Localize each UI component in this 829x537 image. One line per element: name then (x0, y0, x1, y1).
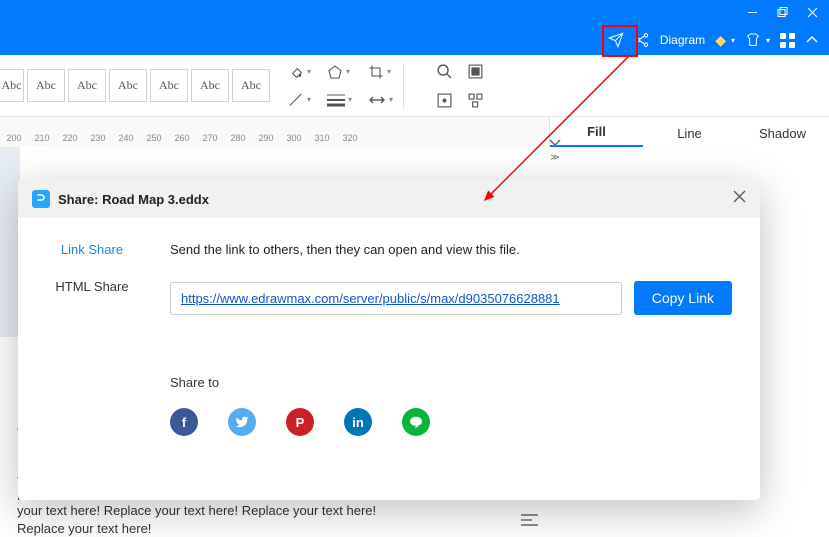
line-icon[interactable] (402, 408, 430, 436)
pentagon-icon[interactable]: ▾ (327, 64, 352, 80)
right-panel-tabs: Fill Line Shadow (549, 117, 829, 147)
selection-box-icon[interactable] (467, 63, 484, 80)
focus-box-icon[interactable] (436, 92, 453, 109)
align-icon[interactable] (521, 513, 538, 530)
grid-icon[interactable] (780, 33, 795, 48)
pinterest-icon[interactable]: P (286, 408, 314, 436)
style-button[interactable]: Abc (191, 69, 229, 102)
horizontal-ruler: 200 210 220 230 240 250 260 270 280 290 … (0, 117, 549, 147)
linkedin-icon[interactable]: in (344, 408, 372, 436)
canvas-body-text: your text here! Replace your text here! … (17, 502, 387, 537)
theme-style-group: Abc Abc Abc Abc Abc Abc Abc (0, 69, 270, 102)
maximize-button[interactable] (767, 0, 797, 25)
canvas-fragment (0, 147, 20, 337)
style-button[interactable]: Abc (150, 69, 188, 102)
highlight-annotation (602, 25, 638, 57)
dialog-nav: Link Share HTML Share (18, 218, 166, 500)
dialog-header: Share: Road Map 3.eddx (18, 180, 760, 218)
facebook-icon[interactable]: f (170, 408, 198, 436)
shape-tools-group: ▾ ▾ ▾ ▾ ▾ ▾ (288, 64, 393, 108)
distribute-icon[interactable] (467, 92, 484, 109)
diamond-icon[interactable]: ◆▾ (715, 32, 735, 49)
copy-link-button[interactable]: Copy Link (634, 281, 732, 315)
diagram-menu[interactable]: Diagram (660, 33, 705, 47)
nav-html-share[interactable]: HTML Share (55, 279, 128, 294)
style-button[interactable]: Abc (27, 69, 65, 102)
paint-bucket-icon[interactable]: ▾ (288, 64, 311, 80)
width-icon[interactable]: ▾ (368, 95, 393, 105)
share-dialog: Share: Road Map 3.eddx Link Share HTML S… (18, 180, 760, 500)
collapse-panel-icon[interactable]: ≫ (546, 137, 564, 163)
twitter-icon[interactable] (228, 408, 256, 436)
line-style-icon[interactable]: ▾ (327, 93, 352, 107)
dialog-title: Share: Road Map 3.eddx (58, 192, 209, 207)
line-icon[interactable]: ▾ (288, 92, 311, 108)
tab-line[interactable]: Line (643, 120, 736, 147)
style-button[interactable]: Abc (68, 69, 106, 102)
nav-link-share[interactable]: Link Share (61, 242, 123, 257)
share-to-label: Share to (170, 375, 732, 390)
style-button[interactable]: Abc (0, 69, 24, 102)
app-logo-icon (32, 190, 50, 208)
close-button[interactable] (797, 0, 827, 25)
collapse-ribbon-icon[interactable] (805, 33, 819, 47)
style-button[interactable]: Abc (232, 69, 270, 102)
view-tools-group (436, 63, 484, 109)
dialog-close-button[interactable] (733, 190, 746, 208)
minimize-button[interactable] (737, 0, 767, 25)
style-button[interactable]: Abc (109, 69, 147, 102)
tab-shadow[interactable]: Shadow (736, 120, 829, 147)
shirt-icon[interactable]: ▾ (745, 32, 770, 48)
social-buttons: f P in (170, 408, 732, 436)
dialog-description: Send the link to others, then they can o… (170, 242, 732, 257)
share-url-field[interactable]: https://www.edrawmax.com/server/public/s… (170, 282, 622, 315)
search-icon[interactable] (436, 63, 453, 80)
crop-icon[interactable]: ▾ (368, 64, 393, 80)
